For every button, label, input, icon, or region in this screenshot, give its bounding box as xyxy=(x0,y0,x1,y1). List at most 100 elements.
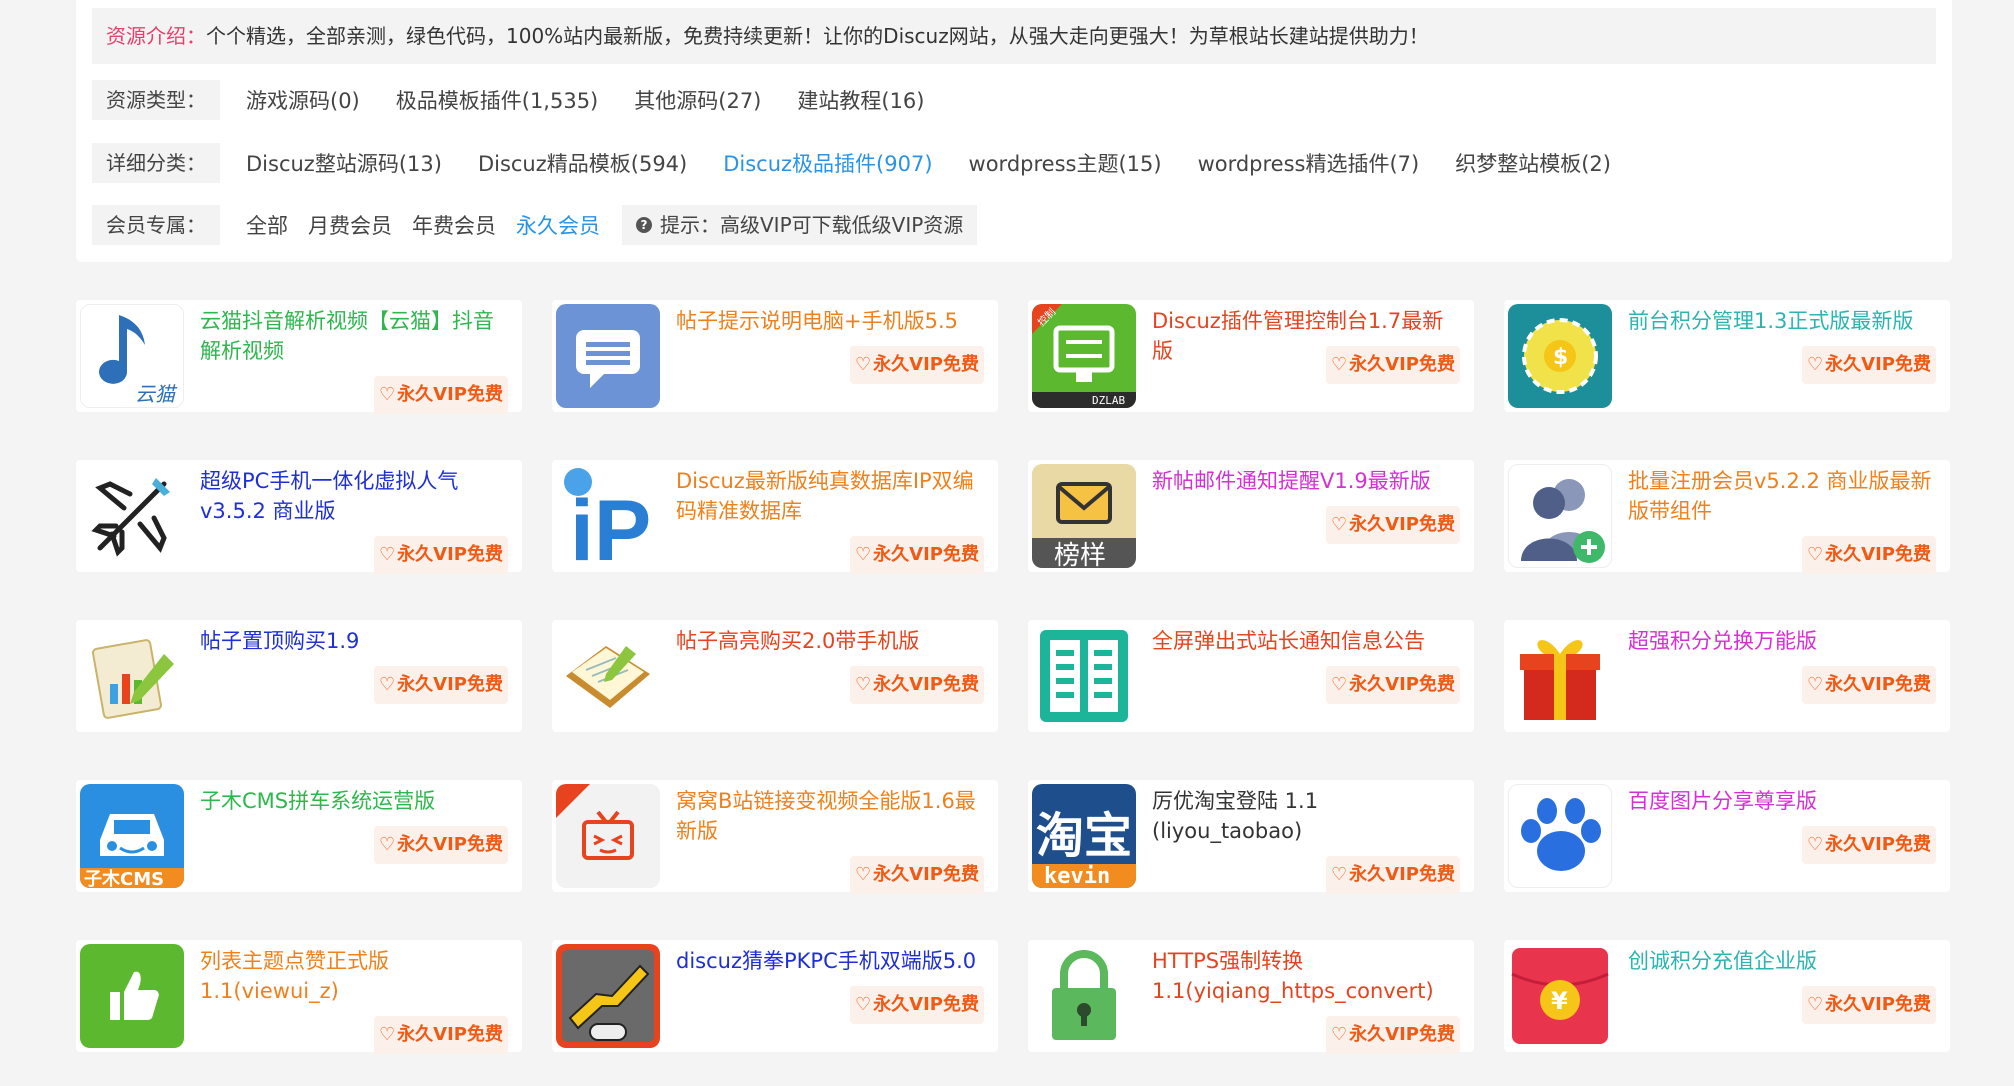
resource-card[interactable]: 列表主题点赞正式版 1.1(viewui_z) ♡ 永久VIP免费 xyxy=(76,940,522,1054)
heart-outline-icon: ♡ xyxy=(1331,514,1348,535)
filter-option[interactable]: 织梦整站模板(2) xyxy=(1455,148,1611,178)
resource-card[interactable]: 子木CMS 子木CMS拼车系统运营版 ♡ 永久VIP免费 xyxy=(76,780,522,892)
filter-option[interactable]: 全部 xyxy=(246,210,288,240)
resource-card[interactable]: 云猫 云猫抖音解析视频【云猫】抖音解析视频 ♡ 永久VIP免费 xyxy=(76,300,522,414)
vip-free-badge: ♡ 永久VIP免费 xyxy=(1802,666,1936,704)
intro-label: 资源介绍： xyxy=(106,24,206,48)
resource-title[interactable]: 厉优淘宝登陆 1.1 (liyou_taobao) xyxy=(1152,786,1464,846)
filter-option[interactable]: 其他源码(27) xyxy=(634,85,761,115)
resource-title[interactable]: 列表主题点赞正式版 1.1(viewui_z) xyxy=(200,946,512,1006)
gift-box-icon xyxy=(1508,624,1612,728)
yuan-text: ¥ xyxy=(1551,987,1568,1015)
vip-free-badge: ♡ 永久VIP免费 xyxy=(1326,1016,1460,1054)
filter-option[interactable]: wordpress主题(15) xyxy=(969,148,1162,178)
resource-title[interactable]: Discuz最新版纯真数据库IP双编码精准数据库 xyxy=(676,466,988,526)
resource-card[interactable]: 帖子置顶购买1.9 ♡ 永久VIP免费 xyxy=(76,620,522,732)
resource-card[interactable]: ¥ 创诚积分充值企业版 ♡ 永久VIP免费 xyxy=(1504,940,1950,1052)
filter-panel: 资源介绍：个个精选，全部亲测，绿色代码，100%站内最新版，免费持续更新！让你的… xyxy=(76,0,1952,262)
padlock-icon xyxy=(1032,944,1136,1048)
paw-icon xyxy=(1508,784,1612,888)
filter-option[interactable]: 月费会员 xyxy=(308,210,392,240)
car-icon: 子木CMS xyxy=(80,784,184,888)
vip-free-badge: ♡ 永久VIP免费 xyxy=(1802,826,1936,864)
resource-card[interactable]: 帖子高亮购买2.0带手机版 ♡ 永久VIP免费 xyxy=(552,620,998,732)
filter-label-type: 资源类型： xyxy=(92,80,220,120)
gold-coin-icon: $ xyxy=(1508,304,1612,408)
resource-title[interactable]: discuz猜拳PKPC手机双端版5.0 xyxy=(676,946,988,976)
resource-title[interactable]: 帖子提示说明电脑+手机版5.5 xyxy=(676,306,988,336)
vip-free-badge: ♡ 永久VIP免费 xyxy=(1326,666,1460,704)
vip-free-badge: ♡ 永久VIP免费 xyxy=(850,536,984,574)
resource-card[interactable]: 帖子提示说明电脑+手机版5.5 ♡ 永久VIP免费 xyxy=(552,300,998,412)
intro-text: 个个精选，全部亲测，绿色代码，100%站内最新版，免费持续更新！让你的Discu… xyxy=(206,24,1429,48)
resource-card[interactable]: 淘宝 kevin 厉优淘宝登陆 1.1 (liyou_taobao) ♡ 永久VIP… xyxy=(1028,780,1474,894)
taobao-text: 淘宝 xyxy=(1036,808,1132,864)
resource-title[interactable]: 窝窝B站链接变视频全能版1.6最新版 xyxy=(676,786,988,846)
filter-option[interactable]: Discuz整站源码(13) xyxy=(246,148,442,178)
resource-card[interactable]: 榜样 新帖邮件通知提醒V1.9最新版 ♡ 永久VIP免费 xyxy=(1028,460,1474,572)
resource-title[interactable]: 百度图片分享尊享版 xyxy=(1628,786,1940,816)
heart-outline-icon: ♡ xyxy=(1807,994,1824,1015)
filter-option-active[interactable]: 永久会员 xyxy=(516,210,600,240)
resource-card[interactable]: 超强积分兑换万能版 ♡ 永久VIP免费 xyxy=(1504,620,1950,732)
dzlab-text: DZLAB xyxy=(1092,394,1125,407)
heart-outline-icon: ♡ xyxy=(379,674,396,695)
bangyang-text: 榜样 xyxy=(1054,541,1106,568)
filter-option[interactable]: 游戏源码(0) xyxy=(246,85,360,115)
filter-option[interactable]: 极品模板插件(1,535) xyxy=(396,85,599,115)
filter-option[interactable]: Discuz精品模板(594) xyxy=(478,148,687,178)
resource-title[interactable]: 帖子置顶购买1.9 xyxy=(200,626,512,656)
resource-card[interactable]: 百度图片分享尊享版 ♡ 永久VIP免费 xyxy=(1504,780,1950,892)
heart-outline-icon: ♡ xyxy=(1807,834,1824,855)
resource-title[interactable]: 创诚积分充值企业版 xyxy=(1628,946,1940,976)
resource-card[interactable]: HTTPS强制转换 1.1(yiqiang_https_convert) ♡ 永久… xyxy=(1028,940,1474,1054)
filter-option-active[interactable]: Discuz极品插件(907) xyxy=(723,148,932,178)
resource-title[interactable]: 超级PC手机一体化虚拟人气v3.5.2 商业版 xyxy=(200,466,512,526)
resource-title[interactable]: HTTPS强制转换 1.1(yiqiang_https_convert) xyxy=(1152,946,1464,1006)
zimu-text: 子木CMS xyxy=(84,868,164,888)
heart-outline-icon: ♡ xyxy=(855,354,872,375)
vip-free-badge: ♡ 永久VIP免费 xyxy=(374,376,508,414)
heart-outline-icon: ♡ xyxy=(1331,864,1348,885)
resource-title[interactable]: 批量注册会员v5.2.2 商业版最新版带组件 xyxy=(1628,466,1940,526)
heart-outline-icon: ♡ xyxy=(855,994,872,1015)
filter-row-member: 会员专属： 全部 月费会员 年费会员 永久会员 ? 提示：高级VIP可下载低级V… xyxy=(92,205,978,245)
vip-free-badge: ♡ 永久VIP免费 xyxy=(1326,856,1460,894)
resource-title[interactable]: 前台积分管理1.3正式版最新版 xyxy=(1628,306,1940,336)
heart-outline-icon: ♡ xyxy=(855,864,872,885)
resource-card[interactable]: discuz猜拳PKPC手机双端版5.0 ♡ 永久VIP免费 xyxy=(552,940,998,1052)
heart-outline-icon: ♡ xyxy=(1331,674,1348,695)
ip-globe-icon: iP xyxy=(556,464,660,568)
resource-title[interactable]: 全屏弹出式站长通知信息公告 xyxy=(1152,626,1464,656)
filter-option[interactable]: 建站教程(16) xyxy=(797,85,924,115)
heart-outline-icon: ♡ xyxy=(1331,354,1348,375)
vip-tip-text: 提示：高级VIP可下载低级VIP资源 xyxy=(660,213,964,237)
resource-title[interactable]: 帖子高亮购买2.0带手机版 xyxy=(676,626,988,656)
resource-card[interactable]: 窝窝B站链接变视频全能版1.6最新版 ♡ 永久VIP免费 xyxy=(552,780,998,894)
resource-card[interactable]: iP Discuz最新版纯真数据库IP双编码精准数据库 ♡ 永久VIP免费 xyxy=(552,460,998,574)
resource-card[interactable]: $ 前台积分管理1.3正式版最新版 ♡ 永久VIP免费 xyxy=(1504,300,1950,412)
vip-free-badge: ♡ 永久VIP免费 xyxy=(374,666,508,704)
mail-envelope-icon: 榜样 xyxy=(1032,464,1136,568)
notepad-pencil-icon xyxy=(556,624,660,728)
vip-free-badge: ♡ 永久VIP免费 xyxy=(1802,346,1936,384)
filter-option[interactable]: wordpress精选插件(7) xyxy=(1198,148,1420,178)
handshake-game-icon xyxy=(556,944,660,1048)
resource-card[interactable]: 全屏弹出式站长通知信息公告 ♡ 永久VIP免费 xyxy=(1028,620,1474,732)
resource-card[interactable]: 批量注册会员v5.2.2 商业版最新版带组件 ♡ 永久VIP免费 xyxy=(1504,460,1950,574)
heart-outline-icon: ♡ xyxy=(1807,354,1824,375)
vip-free-badge: ♡ 永久VIP免费 xyxy=(1326,506,1460,544)
resource-title[interactable]: 云猫抖音解析视频【云猫】抖音解析视频 xyxy=(200,306,512,366)
music-note-icon: 云猫 xyxy=(80,304,184,408)
resource-title[interactable]: 新帖邮件通知提醒V1.9最新版 xyxy=(1152,466,1464,496)
filter-row-category: 详细分类： Discuz整站源码(13) Discuz精品模板(594) Dis… xyxy=(92,143,1629,183)
filter-option[interactable]: 年费会员 xyxy=(412,210,496,240)
resource-card[interactable]: DZLAB 控制 Discuz插件管理控制台1.7最新版 ♡ 永久VIP免费 xyxy=(1028,300,1474,412)
resource-title[interactable]: 子木CMS拼车系统运营版 xyxy=(200,786,512,816)
chat-bubble-icon xyxy=(556,304,660,408)
vip-tip: ? 提示：高级VIP可下载低级VIP资源 xyxy=(622,205,978,245)
resource-card[interactable]: 超级PC手机一体化虚拟人气v3.5.2 商业版 ♡ 永久VIP免费 xyxy=(76,460,522,574)
red-envelope-icon: ¥ xyxy=(1508,944,1612,1048)
resource-title[interactable]: 超强积分兑换万能版 xyxy=(1628,626,1940,656)
vip-free-badge: ♡ 永久VIP免费 xyxy=(850,856,984,894)
